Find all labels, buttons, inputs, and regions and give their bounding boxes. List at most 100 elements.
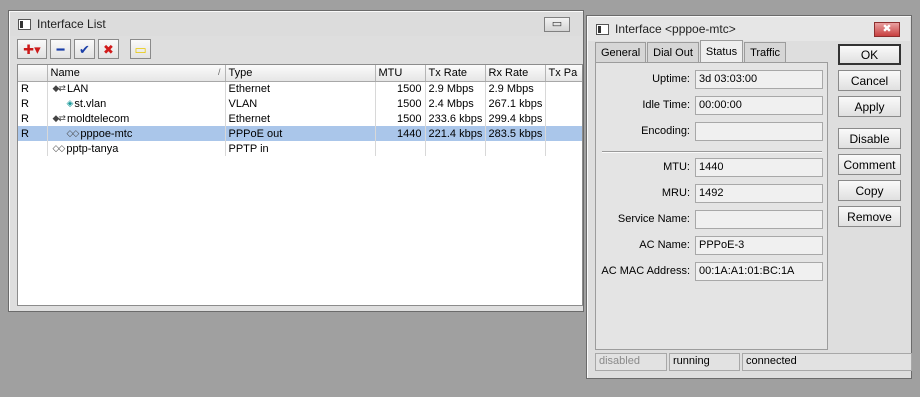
disable-button[interactable]: Disable <box>838 128 901 149</box>
row-tx-rate <box>425 141 486 156</box>
interface-icon: ◇◇ <box>66 128 80 138</box>
interface-name: ◆⇄ moldtelecom <box>51 113 222 125</box>
field-row: AC MAC Address: 00:1A:A1:01:BC:1A <box>596 261 828 281</box>
cancel-button[interactable]: Cancel <box>838 70 901 91</box>
section-divider <box>602 151 822 152</box>
remove-icon: ━ <box>56 41 65 57</box>
field-value[interactable]: PPPoE-3 <box>695 235 823 255</box>
enable-button[interactable]: ✔ <box>74 39 95 59</box>
interface-list-window: Interface List ▭ ✚▾ ━ ✔ ✖ ▭ Name / Type MTU Tx R… <box>8 10 584 312</box>
ok-button[interactable]: OK <box>838 44 901 65</box>
field-value[interactable]: 00:1A:A1:01:BC:1A <box>695 261 823 281</box>
apply-button[interactable]: Apply <box>838 96 901 117</box>
column-header[interactable]: MTU <box>375 65 426 82</box>
row-tx-rate: 2.9 Mbps <box>425 81 486 96</box>
interface-icon: ◆⇄ <box>52 83 67 94</box>
status-panel: Uptime: 3d 03:03:00 Idle Time: 00:00:00 Enco… <box>595 62 828 350</box>
status-disabled: disabled <box>595 353 667 371</box>
row-rx-rate <box>485 141 546 156</box>
status-bar: disabled running connected <box>595 353 914 371</box>
column-header[interactable]: Name / <box>47 65 226 82</box>
field-label: Encoding: <box>641 125 690 137</box>
row-flag <box>18 141 48 156</box>
column-header[interactable]: Tx Pa <box>545 65 582 82</box>
field-label: AC MAC Address: <box>601 265 690 277</box>
enable-icon: ✔ <box>79 41 90 57</box>
comment-icon: ▭ <box>134 41 147 57</box>
table-row[interactable]: R ◇◇ pppoe-mtc PPPoE out 1440 221.4 kbps 283.5… <box>18 126 582 141</box>
row-tx-packets <box>545 126 582 141</box>
field-row: MTU: 1440 <box>596 157 828 177</box>
row-tx-packets: 2 <box>545 96 582 111</box>
remove-button[interactable]: Remove <box>838 206 901 227</box>
row-tx-packets: 4 <box>545 81 582 96</box>
interface-icon: ◈ <box>66 98 74 108</box>
comment-button[interactable]: Comment <box>838 154 901 175</box>
tab-dial-out[interactable]: Dial Out <box>647 42 699 62</box>
row-tx-rate: 2.4 Mbps <box>425 96 486 111</box>
row-name-cell: ◇◇ pppoe-mtc <box>47 126 226 141</box>
interface-name: ◈ st.vlan <box>51 98 222 110</box>
row-type: Ethernet <box>225 111 376 126</box>
field-label: Uptime: <box>652 73 690 85</box>
sort-indicator-icon: / <box>217 67 221 77</box>
row-flag: R <box>18 126 48 141</box>
field-value[interactable]: 3d 03:03:00 <box>695 69 823 89</box>
tab-traffic[interactable]: Traffic <box>744 42 787 62</box>
add-button[interactable]: ✚▾ <box>17 39 47 59</box>
column-header[interactable]: Type <box>225 65 376 82</box>
row-rx-rate: 2.9 Mbps <box>485 81 546 96</box>
field-label: MTU: <box>663 161 690 173</box>
field-row: MRU: 1492 <box>596 183 828 203</box>
row-name-cell: ◇◇ pptp-tanya <box>47 141 226 156</box>
field-label: Idle Time: <box>642 99 690 111</box>
interface-name: ◆⇄ LAN <box>51 83 222 95</box>
interface-name: ◇◇ pppoe-mtc <box>51 128 222 140</box>
field-value[interactable]: 1492 <box>695 183 823 203</box>
window-icon <box>596 23 609 35</box>
table-row[interactable]: R ◆⇄ moldtelecom Ethernet 1500 233.6 kbps 299.… <box>18 111 582 126</box>
interface-name-text: pppoe-mtc <box>80 127 133 140</box>
column-header[interactable]: Tx Rate <box>425 65 486 82</box>
row-rx-rate: 283.5 kbps <box>485 126 546 141</box>
tab-general[interactable]: General <box>595 42 647 62</box>
close-button[interactable]: ▭ <box>544 17 570 32</box>
field-value[interactable]: 1440 <box>695 157 823 177</box>
row-type: PPTP in <box>225 141 376 156</box>
tab-status[interactable]: Status <box>699 40 744 62</box>
row-tx-packets <box>545 141 582 156</box>
comment-button[interactable]: ▭ <box>130 39 151 59</box>
row-type: Ethernet <box>225 81 376 96</box>
column-header[interactable]: Rx Rate <box>485 65 546 82</box>
table-row[interactable]: R◈st.vlanVLAN15002.4 Mbps267.1 kbps2 <box>18 96 582 111</box>
row-mtu: 1500 <box>375 96 426 111</box>
row-type: PPPoE out <box>225 126 376 141</box>
interface-name-text: LAN <box>66 82 89 95</box>
row-name-cell: ◆⇄ moldtelecom <box>47 111 226 126</box>
row-tx-rate: 233.6 kbps <box>425 111 486 126</box>
field-value[interactable] <box>695 121 823 141</box>
field-value[interactable]: 00:00:00 <box>695 95 823 115</box>
remove-button[interactable]: ━ <box>50 39 71 59</box>
interface-list-titlebar[interactable]: Interface List ▭ <box>10 12 582 36</box>
window-title: Interface List <box>37 17 106 31</box>
row-name-cell: ◆⇄ LAN <box>47 81 226 96</box>
field-row: Idle Time: 00:00:00 <box>596 95 828 115</box>
field-row: AC Name: PPPoE-3 <box>596 235 828 255</box>
interface-detail-titlebar[interactable]: Interface <pppoe-mtc> ✖ <box>588 17 910 41</box>
table-row[interactable]: ◇◇ pptp-tanya PPTP in <box>18 141 582 156</box>
column-header[interactable] <box>18 65 48 82</box>
copy-button[interactable]: Copy <box>838 180 901 201</box>
disable-button[interactable]: ✖ <box>98 39 119 59</box>
row-flag: R <box>18 111 48 126</box>
row-tx-rate: 221.4 kbps <box>425 126 486 141</box>
interface-name-text: pptp-tanya <box>66 142 119 155</box>
row-name-cell: ◈ st.vlan <box>47 96 226 111</box>
row-tx-packets <box>545 111 582 126</box>
field-row: Encoding: <box>596 121 828 141</box>
field-label: Service Name: <box>617 213 690 225</box>
close-button[interactable]: ✖ <box>874 22 900 37</box>
interface-detail-window: Interface <pppoe-mtc> ✖ General Dial Out S… <box>586 15 912 379</box>
field-value[interactable] <box>695 209 823 229</box>
table-row[interactable]: R◆⇄LANEthernet15002.9 Mbps2.9 Mbps4 <box>18 81 582 96</box>
